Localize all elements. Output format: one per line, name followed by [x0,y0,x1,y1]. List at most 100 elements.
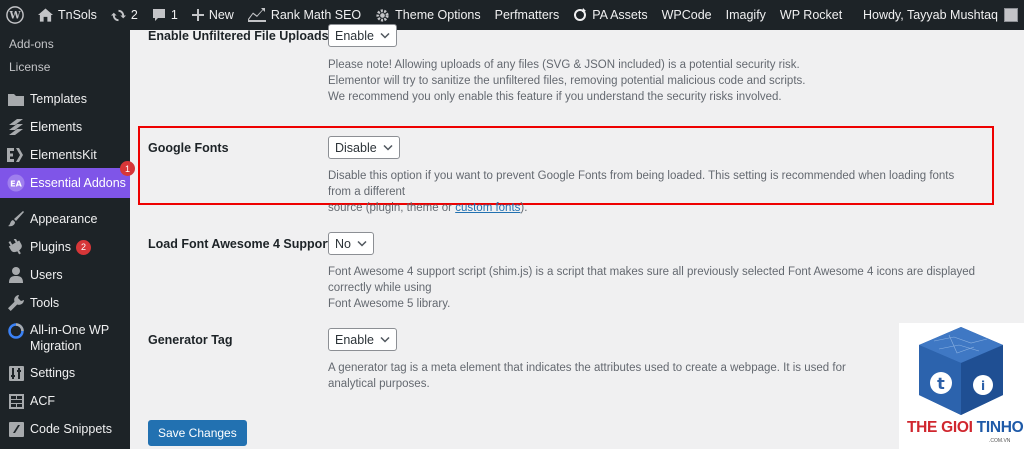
rank-math-label: Rank Math SEO [270,8,362,22]
users-icon [7,266,25,284]
new-label: New [208,8,234,22]
cube-logo-icon: t i [919,327,1003,415]
font-awesome-select[interactable]: No [328,232,374,255]
updates-link[interactable]: 2 [104,0,145,30]
gear-icon [375,8,390,23]
sidebar-item-label: Appearance [30,212,98,226]
svg-text:EA: EA [10,180,22,189]
svg-text:W: W [8,11,21,22]
sidebar-item-settings[interactable]: Settings [0,358,130,388]
wp-rocket-link[interactable]: WP Rocket [773,0,849,30]
migration-label-line2: Migration [30,339,82,353]
sidebar-item-label: ACF [30,394,55,408]
rank-math-icon [247,8,266,22]
site-name: TnSols [58,8,97,22]
wordpress-logo-button[interactable]: W [0,0,31,30]
migration-icon [7,322,25,340]
svg-text:i: i [981,379,985,393]
sidebar-item-essential-addons[interactable]: EA Essential Addons [0,168,130,198]
sidebar-item-code-snippets[interactable]: Code Snippets [0,414,130,444]
sidebar-item-label: Code Snippets [30,422,113,436]
svg-text:t: t [937,374,945,393]
site-name-link[interactable]: TnSols [31,0,104,30]
sidebar-item-label: All-in-One WP Migration [30,322,109,354]
plus-icon [191,9,204,21]
sidebar-item-label: Templates [30,92,87,106]
google-fonts-select[interactable]: Disable [328,136,400,159]
imagify-label: Imagify [725,8,766,22]
sidebar-item-elements[interactable]: Elements [0,112,130,142]
unfiltered-desc-line1: Please note! Allowing uploads of any fil… [328,59,800,71]
chevron-down-icon [383,144,393,151]
unfiltered-desc-line2: Elementor will try to sanitize the unfil… [328,75,806,87]
unfiltered-uploads-description: Please note! Allowing uploads of any fil… [328,57,968,105]
watermark-domain: .COM.VN [989,438,1011,444]
generator-desc-line1: A generator tag is a meta element that i… [328,362,846,390]
elementskit-icon [7,146,25,164]
code-snippets-icon [7,420,25,438]
submenu-license-label: License [9,60,51,74]
google-fonts-label: Google Fonts [148,141,229,155]
plugins-update-badge: 2 [76,239,91,255]
pa-assets-label: PA Assets [592,8,648,22]
sidebar-item-appearance[interactable]: Appearance [0,204,130,234]
updates-count: 2 [130,8,138,22]
comment-icon [152,8,166,22]
comments-link[interactable]: 1 [145,0,185,30]
perfmatters-label: Perfmatters [494,8,560,22]
custom-fonts-link[interactable]: custom fonts [455,202,520,214]
sidebar-item-tools[interactable]: Tools [0,288,130,318]
folder-icon [7,90,25,108]
submenu-license[interactable]: License [9,60,50,74]
unfiltered-desc-line3: We recommend you only enable this featur… [328,91,782,103]
chevron-down-icon [380,336,390,343]
new-content-link[interactable]: New [185,0,241,30]
sidebar-item-plugins[interactable]: Plugins 2 [0,232,130,262]
sidebar-item-all-in-one-wp-migration[interactable]: All-in-One WP Migration [0,318,130,354]
watermark-text: THE GIOI TINHOC [907,419,1024,437]
google-fonts-desc-line1: Disable this option if you want to preve… [328,170,955,198]
imagify-link[interactable]: Imagify [719,0,773,30]
elements-icon [7,118,25,136]
sidebar-item-templates[interactable]: Templates [0,84,130,114]
updates-icon [110,8,126,23]
account-menu[interactable]: Howdy, Tayyab Mushtaq [856,0,1024,30]
submenu-add-ons[interactable]: Add-ons [9,37,54,51]
save-changes-button[interactable]: Save Changes [148,420,247,446]
refresh-icon [573,8,587,22]
home-icon [38,8,53,22]
settings-main: Enable Unfiltered File Uploads Enable Pl… [130,24,1024,449]
greeting: Howdy, Tayyab Mushtaq [862,8,998,22]
sidebar-item-label: ElementsKit [30,148,97,162]
sidebar-item-label: Plugins [30,240,71,254]
acf-icon [7,392,25,410]
wp-rocket-label: WP Rocket [779,8,843,22]
paintbrush-icon [7,210,25,228]
settings-icon [7,364,25,382]
pa-assets-link[interactable]: PA Assets [566,0,654,30]
sidebar-item-label: Tools [30,296,60,310]
sidebar-item-label: Settings [30,366,76,380]
font-awesome-value: No [335,236,351,251]
perfmatters-link[interactable]: Perfmatters [488,0,567,30]
unfiltered-uploads-select[interactable]: Enable [328,24,397,47]
sidebar-item-label: Essential Addons [30,176,126,190]
watermark-part2: TINHOC [976,419,1024,436]
sidebar-item-label: Elements [30,120,83,134]
sidebar-item-label: Users [30,268,63,282]
google-fonts-value: Disable [335,140,377,155]
sidebar-item-acf[interactable]: ACF [0,386,130,416]
sidebar-item-users[interactable]: Users [0,260,130,290]
generator-tag-value: Enable [335,332,374,347]
font-awesome-desc-line2: Font Awesome 5 library. [328,298,451,310]
unfiltered-uploads-value: Enable [335,28,374,43]
wpcode-link[interactable]: WPCode [655,0,719,30]
google-fonts-desc-prefix: source (plugin, theme or [328,202,456,214]
generator-tag-label: Generator Tag [148,333,233,347]
generator-tag-select[interactable]: Enable [328,328,397,351]
comments-count: 1 [170,8,178,22]
wordpress-logo-icon: W [6,6,24,24]
sidebar-item-elementskit[interactable]: ElementsKit [0,140,130,170]
chevron-down-icon [357,240,367,247]
chevron-down-icon [380,32,390,39]
